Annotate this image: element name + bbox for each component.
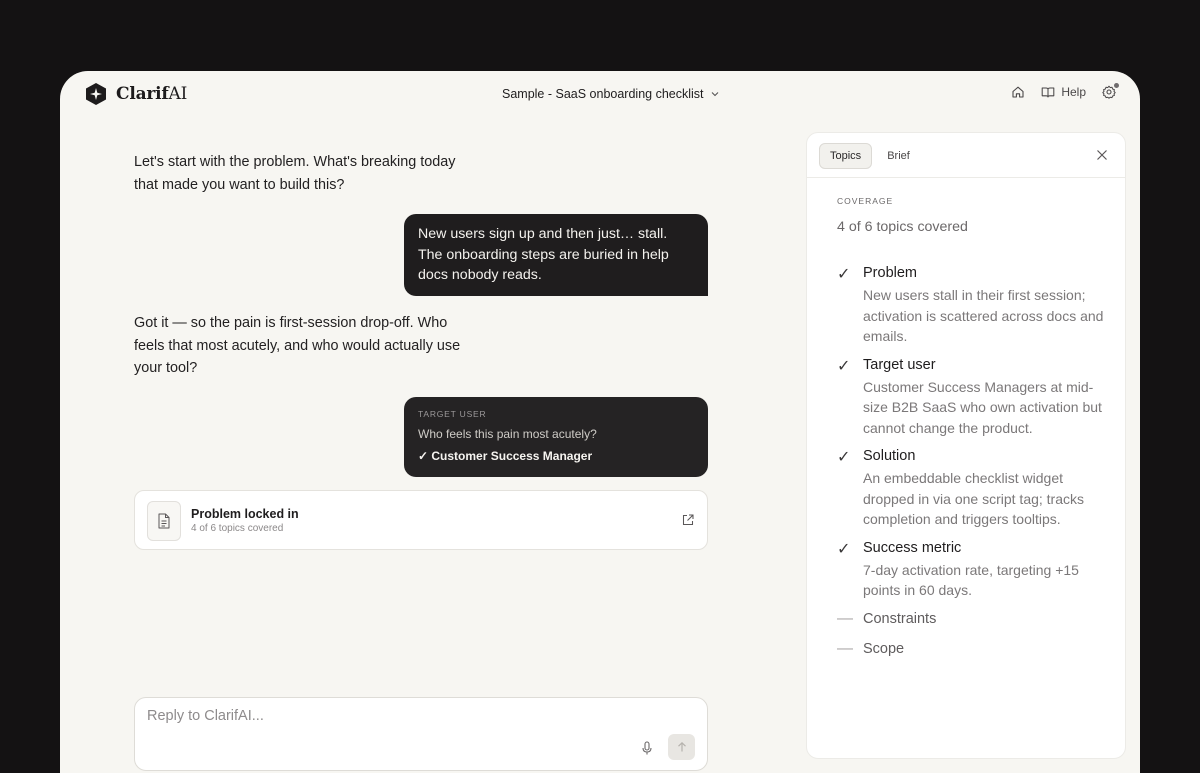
reply-input[interactable] — [147, 708, 627, 724]
topic-title: Scope — [863, 640, 905, 657]
check-icon: ✓ — [837, 357, 851, 375]
arrow-up-icon — [677, 741, 686, 752]
topic-title: Problem — [863, 265, 917, 281]
app-logo[interactable]: ClarifAI — [84, 82, 187, 106]
dash-icon: — — [837, 609, 853, 627]
topic-title: Success metric — [863, 539, 962, 556]
document-selector[interactable]: Sample - SaaS onboarding checklist — [502, 87, 720, 101]
check-icon: ✓ — [837, 266, 851, 283]
logo-text: ClarifAI — [116, 84, 188, 104]
home-button[interactable] — [1011, 85, 1025, 99]
user-message: New users sign up and then just… stall. … — [404, 214, 708, 296]
assistant-message: Got it — so the pain is first-session dr… — [134, 315, 461, 376]
coverage-count: 4 of 6 topics covered — [837, 219, 968, 235]
tab-brief[interactable]: Brief — [876, 143, 921, 169]
panel-tabs: Topics Brief — [819, 143, 921, 169]
locked-title: Problem locked in — [191, 507, 299, 521]
notification-dot — [1114, 83, 1119, 88]
topic-item: — Constraints — [837, 610, 1107, 629]
document-title: Sample - SaaS onboarding checklist — [502, 87, 704, 101]
answer-question: Who feels this pain most acutely? — [418, 427, 597, 441]
app-window: ClarifAI Sample - SaaS onboarding checkl… — [60, 71, 1140, 773]
locked-card[interactable]: Problem locked in 4 of 6 topics covered — [134, 490, 708, 550]
answer-kicker: TARGET USER — [418, 409, 487, 419]
check-icon: ✓ — [837, 449, 851, 466]
locked-subtitle: 4 of 6 topics covered — [191, 523, 284, 534]
check-icon: ✓ — [837, 540, 851, 558]
topic-item: ✓ Target user Customer Success Managers … — [837, 356, 1107, 439]
close-icon[interactable] — [1096, 149, 1108, 161]
help-label: Help — [1061, 85, 1086, 99]
coverage-label: COVERAGE — [837, 196, 894, 206]
chevron-down-icon — [711, 92, 718, 97]
dash-icon: — — [837, 639, 853, 657]
topic-description: 7-day activation rate, targeting +15 poi… — [863, 561, 1079, 599]
topic-description: New users stall in their first session; … — [863, 287, 1104, 344]
external-link-icon[interactable] — [681, 513, 695, 527]
panel-divider — [807, 177, 1125, 178]
microphone-icon[interactable] — [639, 740, 655, 756]
topics-panel: Topics Brief COVERAGE 4 of 6 topics cove… — [806, 132, 1126, 759]
document-icon — [147, 501, 181, 541]
reply-box — [134, 697, 708, 771]
topic-item: ✓ Solution An embeddable checklist widge… — [837, 447, 1107, 530]
logo-hexagon-icon — [86, 83, 106, 105]
topics-list: ✓ Problem New users stall in their first… — [837, 264, 1107, 670]
assistant-message: Let's start with the problem. What's bre… — [134, 154, 456, 193]
settings-button[interactable] — [1102, 83, 1119, 99]
topic-title: Solution — [863, 448, 916, 464]
home-icon — [1012, 86, 1024, 98]
topic-item: ✓ Problem New users stall in their first… — [837, 264, 1107, 347]
topic-description: Customer Success Managers at mid-size B2… — [863, 378, 1102, 436]
help-button[interactable]: Help — [1041, 85, 1086, 99]
topic-item: — Scope — [837, 640, 1107, 659]
topic-title: Constraints — [863, 610, 937, 627]
send-button[interactable] — [668, 734, 695, 760]
topic-title: Target user — [863, 356, 936, 373]
answer-card: TARGET USER Who feels this pain most acu… — [404, 397, 708, 477]
header-actions: Help — [1011, 83, 1119, 99]
topic-description: An embeddable checklist widget dropped i… — [863, 470, 1085, 527]
answer-selected: ✓ Customer Success Manager — [418, 449, 593, 463]
tab-topics[interactable]: Topics — [819, 143, 873, 169]
topic-item: ✓ Success metric 7-day activation rate, … — [837, 539, 1107, 601]
book-icon — [1041, 87, 1055, 98]
